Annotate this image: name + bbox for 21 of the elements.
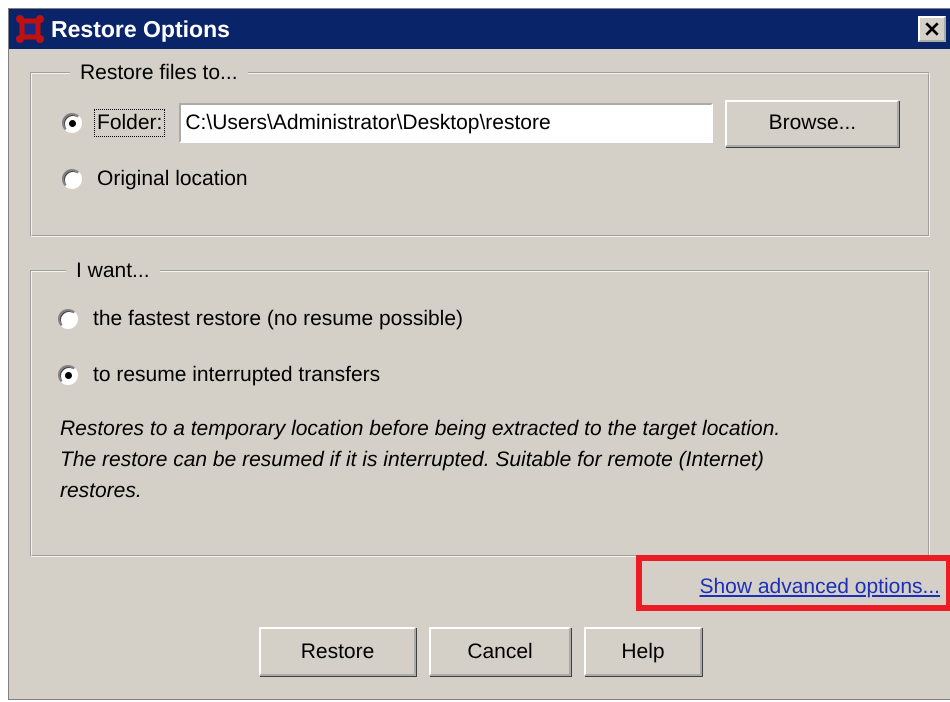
radio-button[interactable] <box>58 309 78 329</box>
group-label: I want... <box>75 259 151 283</box>
radio-button[interactable] <box>62 113 82 133</box>
path-field[interactable]: C:\Users\Administrator\Desktop\restore <box>179 103 714 143</box>
group-label: Restore files to... <box>79 61 239 85</box>
description-text: Restores to a temporary location before being extracted to the target location. The restore can be resumed if it is interrupted. Suitable for remote (Internet) restores. <box>60 416 782 504</box>
advanced-options-link[interactable]: Show advanced options... <box>700 575 940 599</box>
dialog-button[interactable]: Help <box>584 627 702 676</box>
app-icon <box>15 14 45 44</box>
browse-button[interactable]: Browse... <box>725 100 900 146</box>
radio-button[interactable] <box>62 169 82 189</box>
radio-label[interactable]: Folder: <box>94 109 166 137</box>
dialog-button[interactable]: Restore <box>259 627 416 676</box>
radio-label[interactable]: Original location <box>94 165 251 193</box>
window-title: Restore Options <box>51 16 231 42</box>
close-button[interactable] <box>918 16 946 42</box>
dialog-button[interactable]: Cancel <box>429 627 571 676</box>
radio-button[interactable] <box>58 365 78 385</box>
close-icon <box>924 21 940 37</box>
radio-label[interactable]: to resume interrupted transfers <box>90 361 384 389</box>
radio-label[interactable]: the fastest restore (no resume possible) <box>90 305 466 333</box>
